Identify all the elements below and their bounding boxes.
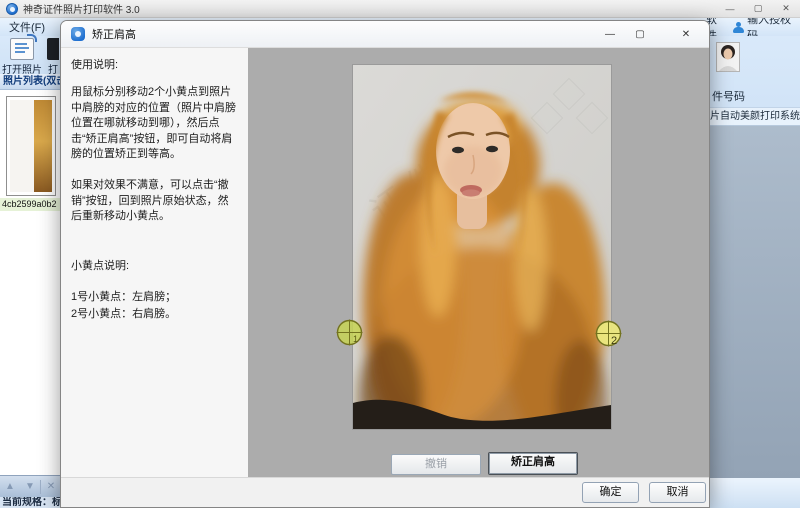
dot1-description: 1号小黄点：左肩膀； [71,290,239,305]
dialog-minimize-icon[interactable]: — [595,29,625,40]
dialog-maximize-icon[interactable]: ▢ [625,29,655,40]
user-icon [733,22,744,33]
dot2-description: 2号小黄点：右肩膀。 [71,307,239,322]
dots-heading: 小黄点说明: [71,259,239,274]
system-name-label: 片自动美颜打印系统 [710,107,800,126]
instructions-heading: 使用说明: [71,58,239,73]
screen: 神奇证件照片打印软件 3.0 — ▢ ✕ 文件(F) 编辑 软件 输入授权码 打… [0,0,800,508]
move-up-icon[interactable]: ▲ [0,481,20,492]
cancel-button[interactable]: 取消 [649,482,706,503]
menu-file[interactable]: 文件(F) [0,19,54,35]
instructions-paragraph-2: 如果对效果不满意，可以点击“撤销”按钮，回到照片原始状态，然后重新移动小黄点。 [71,178,239,224]
delete-photo-icon[interactable]: ✕ [41,481,61,492]
minimize-icon[interactable]: — [716,4,744,14]
menubar-right: 软件 输入授权码 [706,18,800,36]
enter-license-button[interactable]: 输入授权码 [747,18,800,36]
dialog-footer: 确定 取消 [61,477,710,507]
main-window-controls: — ▢ ✕ [716,0,800,17]
shoulder-point-2[interactable]: 2 [595,320,622,347]
correct-shoulder-dialog: 矫正肩高 — ▢ ✕ 使用说明: 用鼠标分别移动2个小黄点到照片中肩膀的对应的位… [60,20,710,508]
current-spec-status: 当前规格：标 [0,497,62,508]
right-panel-body [710,126,800,478]
open-photo-icon [10,38,34,60]
dialog-logo-icon [71,27,85,41]
instructions-paragraph-1: 用鼠标分别移动2个小黄点到照片中肩膀的对应的位置（照片中肩膀位置在哪就移动到哪）… [71,85,239,162]
photo-list-toolbar: ▲ ▼ ✕ [0,475,62,497]
point1-label: 1 [353,334,358,344]
instructions-panel: 使用说明: 用鼠标分别移动2个小黄点到照片中肩膀的对应的位置（照片中肩膀位置在哪… [61,48,248,479]
id-number-label: 件号码 [712,88,800,104]
right-panel-footer [710,478,800,508]
dialog-window-controls: — ▢ ✕ [595,21,701,48]
second-tool-icon [47,38,59,60]
move-down-icon[interactable]: ▼ [20,481,40,492]
photo-filename[interactable]: 4cb2599a0b2 [0,198,62,211]
id-photo-thumbnail[interactable] [716,42,740,72]
point2-label: 2 [611,335,617,347]
dialog-close-icon[interactable]: ✕ [671,29,701,40]
app-logo-icon [6,3,18,15]
main-titlebar: 神奇证件照片打印软件 3.0 — ▢ ✕ [0,0,800,18]
photo-thumbnail-image [10,100,52,192]
dialog-title: 矫正肩高 [92,26,136,42]
photo-list-header: 照片列表(双击 [0,74,62,90]
undo-button[interactable]: 撤销 [391,454,481,475]
portrait-photo: 证件照 [353,65,611,429]
close-icon[interactable]: ✕ [772,3,800,14]
photo-thumbnail[interactable] [6,96,56,196]
open-photo-button[interactable]: 打开照片 [0,38,44,76]
dialog-body: 使用说明: 用鼠标分别移动2个小黄点到照片中肩膀的对应的位置（照片中肩膀位置在哪… [61,48,710,479]
correct-shoulder-button[interactable]: 矫正肩高 [488,452,578,475]
ok-button[interactable]: 确定 [582,482,639,503]
dialog-titlebar[interactable]: 矫正肩高 — ▢ ✕ [61,21,709,48]
photo-work-area: 证件照 [248,48,710,479]
shoulder-point-1[interactable]: 1 [336,319,363,346]
id-photo-image [717,43,739,71]
maximize-icon[interactable]: ▢ [744,3,772,14]
main-window-title: 神奇证件照片打印软件 3.0 [23,1,140,16]
